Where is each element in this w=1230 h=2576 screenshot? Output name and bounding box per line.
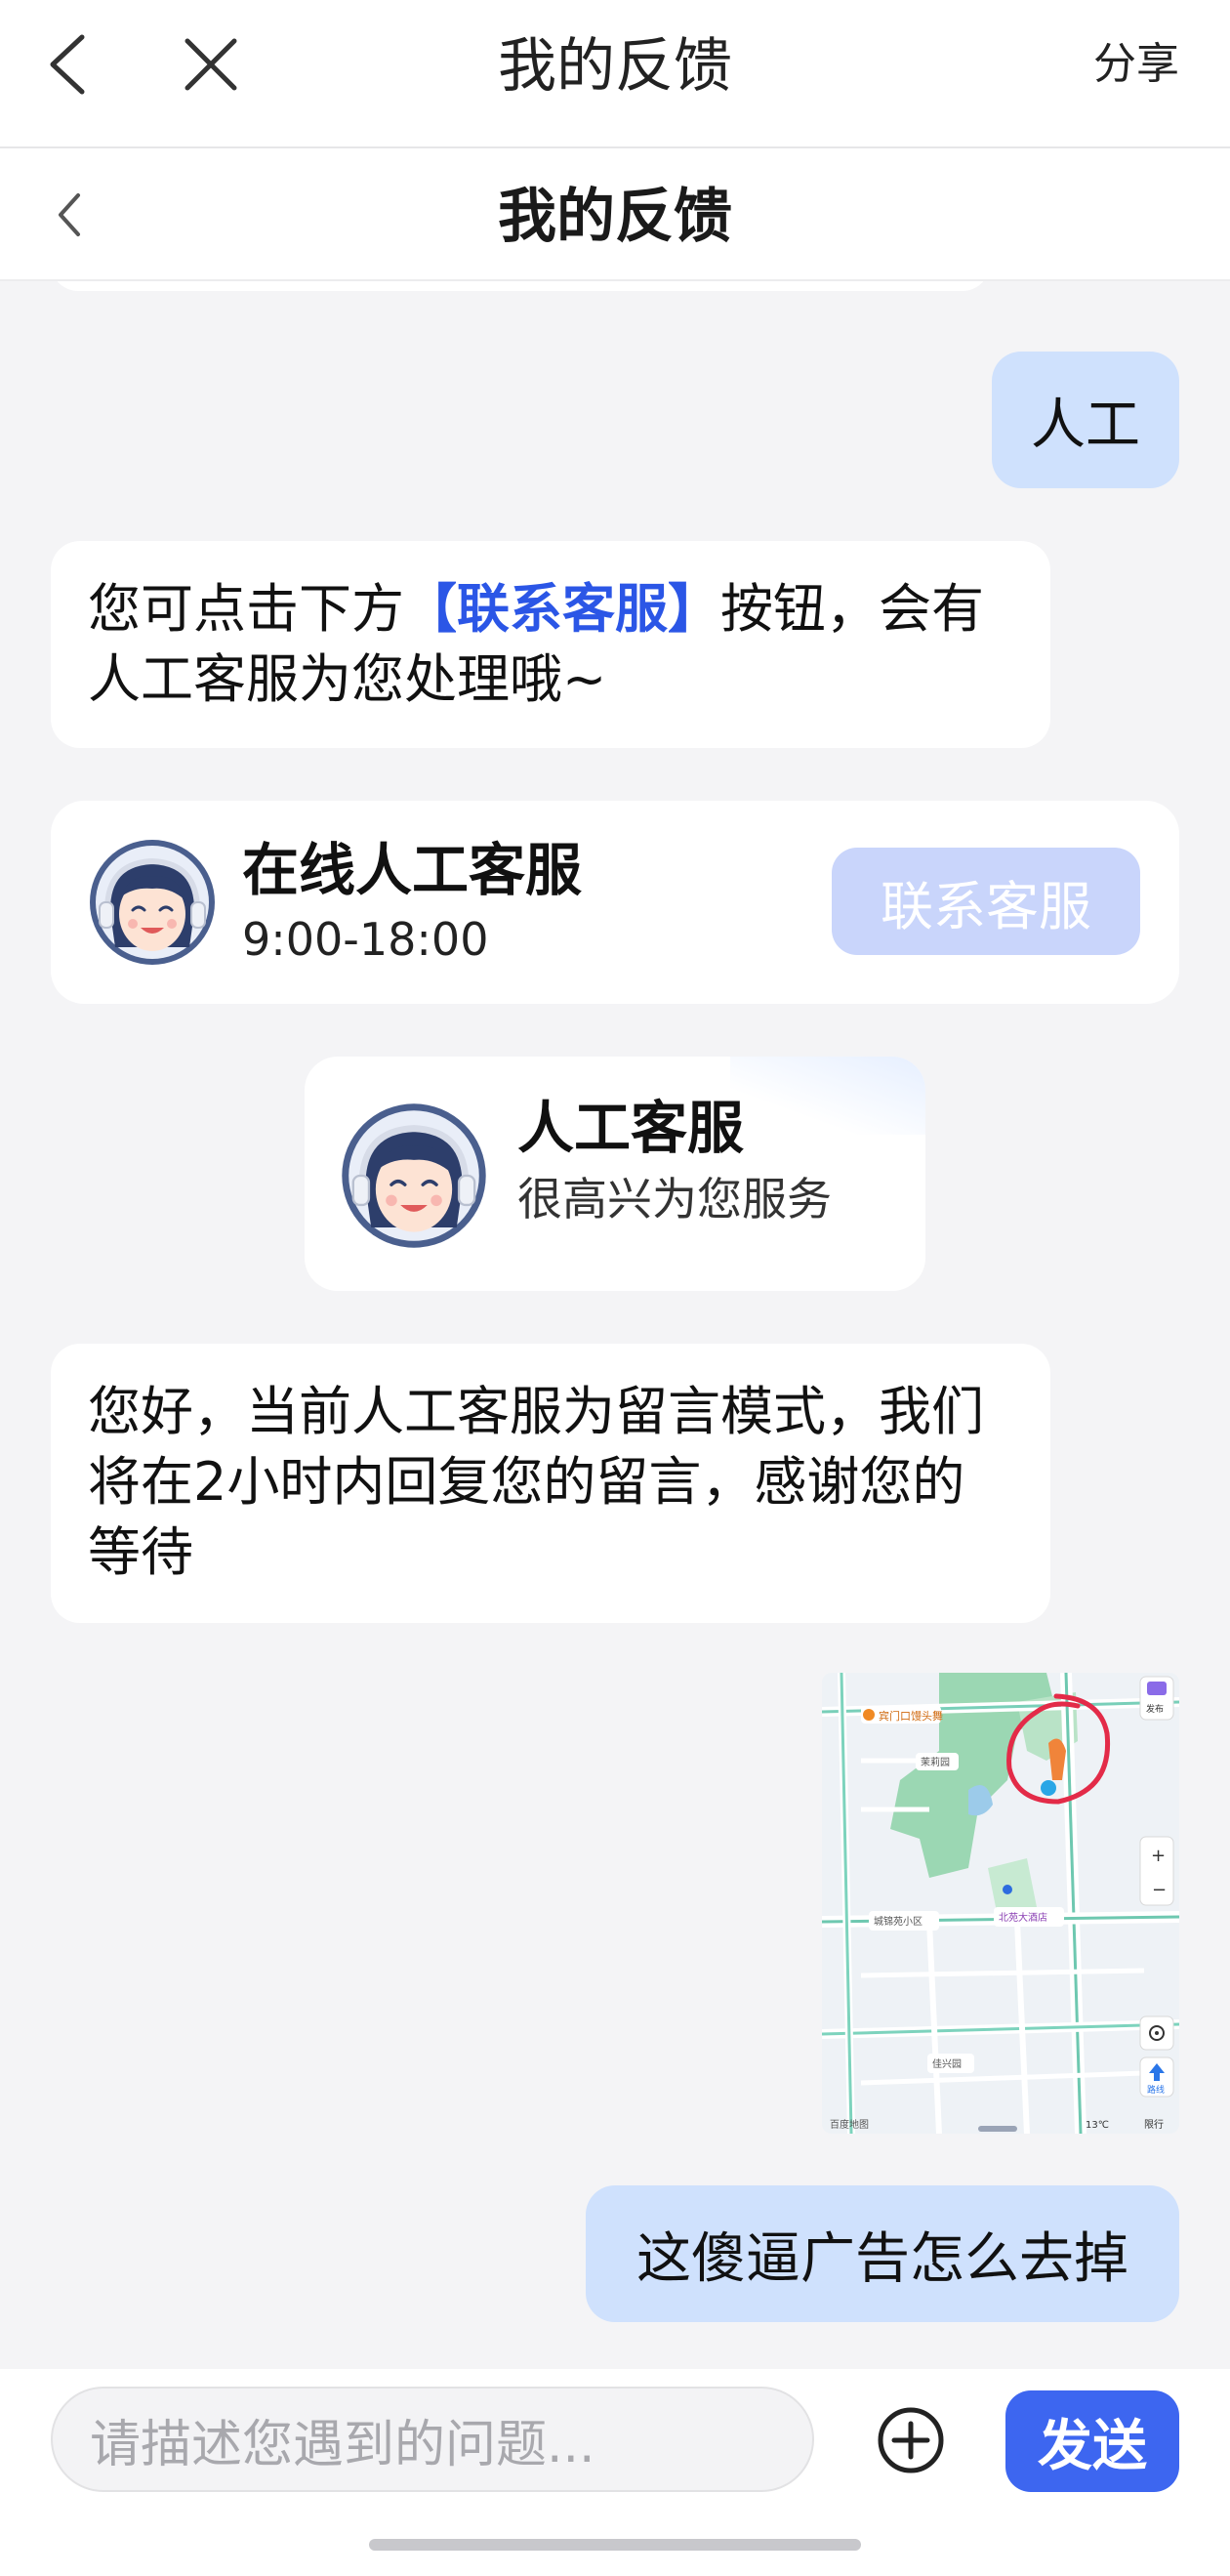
map-label-moli: 茉莉园 (921, 1756, 950, 1768)
chat-list[interactable]: 人工 您可点击下方【联系客服】按钮，会有人工客服为您处理哦~ 在线人工客服 9:… (0, 281, 1230, 2369)
contact-service-link[interactable]: 【联系客服】 (404, 578, 720, 640)
share-button[interactable]: 分享 (1093, 35, 1179, 94)
agent-avatar (90, 840, 215, 965)
map-screenshot-image[interactable]: 宾门口馒头舞 茉莉园 城锦苑小区 北苑大酒店 佳兴园 发布 + − 路线 13℃… (822, 1673, 1179, 2134)
user-message: 人工 (992, 352, 1179, 488)
online-service-card: 在线人工客服 9:00-18:00 联系客服 (51, 801, 1179, 1004)
svg-text:+: + (1151, 1846, 1166, 1866)
home-indicator (369, 2539, 861, 2551)
add-attachment-icon[interactable] (877, 2406, 945, 2474)
previous-message-bubble (51, 281, 990, 291)
user-message-text: 这傻逼广告怎么去掉 (636, 2226, 1128, 2291)
map-label-restrict: 限行 (1144, 2118, 1164, 2131)
map-label-brand: 百度地图 (830, 2118, 869, 2131)
bot-message-text: 您好，当前人工客服为留言模式，我们将在2小时内回复您的留言，感谢您的等待 (88, 1381, 984, 1583)
page-title: 我的反馈 (498, 183, 732, 251)
page-header: 我的反馈 (0, 148, 1230, 281)
map-label-publish: 发布 (1146, 1703, 1164, 1715)
bot-message: 您可点击下方【联系客服】按钮，会有人工客服为您处理哦~ (51, 541, 1050, 748)
map-label-jiaxing: 佳兴园 (932, 2057, 962, 2070)
map-label-chengjin: 城锦苑小区 (874, 1915, 922, 1928)
agent-intro-card: 人工客服 很高兴为您服务 (305, 1057, 925, 1291)
user-message-text: 人工 (1031, 393, 1140, 457)
agent-subtitle: 很高兴为您服务 (517, 1173, 832, 1226)
browser-top-bar: 我的反馈 分享 (0, 0, 1230, 148)
browser-title: 我的反馈 (498, 32, 732, 101)
map-label-temp: 13℃ (1086, 2120, 1109, 2131)
map-label-poi: 宾门口馒头舞 (879, 1709, 943, 1723)
message-input-bar: 请描述您遇到的问题... 发送 (0, 2369, 1230, 2576)
service-hours: 9:00-18:00 (242, 913, 489, 966)
map-screenshot-graphic: 宾门口馒头舞 茉莉园 城锦苑小区 北苑大酒店 佳兴园 发布 + − 路线 13℃… (822, 1673, 1179, 2134)
service-name: 在线人工客服 (242, 837, 583, 903)
send-button[interactable]: 发送 (1005, 2390, 1179, 2492)
user-message: 这傻逼广告怎么去掉 (586, 2185, 1179, 2322)
contact-service-button[interactable]: 联系客服 (832, 848, 1140, 955)
agent-name: 人工客服 (517, 1095, 745, 1161)
bot-message-text: 您可点击下方 (88, 578, 404, 640)
agent-avatar (342, 1103, 486, 1248)
card-highlight (730, 1057, 925, 1135)
map-label-route: 路线 (1147, 2084, 1165, 2096)
message-input[interactable]: 请描述您遇到的问题... (51, 2387, 814, 2492)
svg-text:−: − (1152, 1880, 1167, 1900)
map-label-hotel: 北苑大酒店 (999, 1911, 1047, 1924)
bot-message: 您好，当前人工客服为留言模式，我们将在2小时内回复您的留言，感谢您的等待 (51, 1344, 1050, 1623)
